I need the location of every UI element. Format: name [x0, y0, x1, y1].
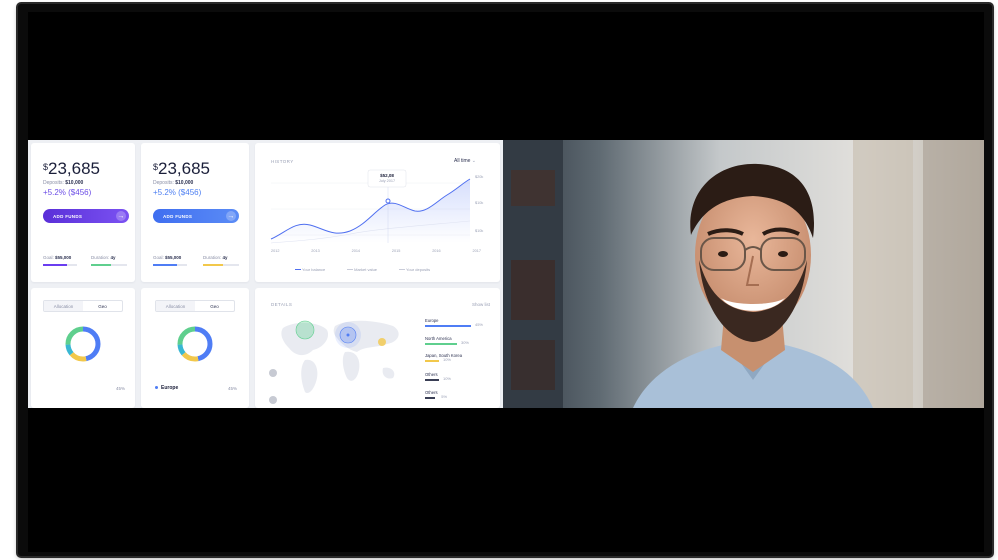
world-map: [269, 320, 399, 404]
allocation-geo-toggle[interactable]: Allocation Geo: [155, 300, 235, 312]
deposits: Deposits: $10,000: [43, 180, 84, 186]
allocation-percent: 45%: [115, 386, 125, 391]
legend-balance: Your balance: [295, 267, 325, 272]
add-funds-button[interactable]: ADD FUNDS →: [43, 209, 129, 223]
duration-stat: Duration: 4y: [91, 255, 116, 260]
region-others-2: Others 5%: [425, 390, 447, 399]
y-tick: $10k: [475, 229, 484, 233]
tooltip-value: $52,08: [380, 173, 394, 178]
deposits: Deposits: $10,000: [153, 180, 194, 186]
arrow-right-icon: →: [116, 211, 126, 221]
tab-allocation[interactable]: Allocation: [44, 301, 83, 311]
allocation-percent: 45%: [227, 386, 237, 391]
y-tick: $20k: [475, 175, 484, 179]
tab-geo[interactable]: Geo: [83, 301, 122, 311]
tab-geo[interactable]: Geo: [195, 301, 234, 311]
region-north-america: North America 30%: [425, 336, 469, 345]
show-list-link[interactable]: Show list: [472, 302, 490, 307]
split-view: $23,685 Deposits: $10,000 +5.2% ($456) A…: [28, 140, 984, 408]
region-others: Others 10%: [425, 372, 451, 381]
tab-allocation[interactable]: Allocation: [156, 301, 195, 311]
participant-video: [503, 140, 984, 408]
goal-progress: [43, 264, 77, 266]
x-axis: 2012 2013 2014 2015 2016 2017: [271, 249, 481, 253]
add-funds-button[interactable]: ADD FUNDS →: [153, 209, 239, 223]
balance-card-2: $23,685 Deposits: $10,000 +5.2% ($456) A…: [141, 143, 249, 282]
legend-deposits: Your deposits: [399, 267, 430, 272]
goal-stat: Goal: $55,000: [43, 255, 72, 260]
history-card: HISTORY All time ⌄ $52,08 July 2017 $20k…: [255, 143, 500, 282]
legend-market: Market value: [347, 267, 377, 272]
gain-text: +5.2% ($456): [43, 188, 92, 197]
region-japan: Japan, South Korea 10%: [425, 353, 463, 362]
balance-amount: $23,685: [153, 159, 211, 178]
history-chart: [270, 169, 471, 244]
allocation-donut: [65, 326, 101, 362]
region-europe: Europe 45%: [425, 318, 483, 327]
allocation-card-2: Allocation Geo Europe 45%: [141, 288, 249, 408]
amount-value: 23,685: [48, 159, 101, 178]
participant-photo: [503, 140, 984, 408]
allocation-donut: [177, 326, 213, 362]
balance-card: $23,685 Deposits: $10,000 +5.2% ($456) A…: [31, 143, 135, 282]
goal-stat: Goal: $55,000: [153, 255, 182, 260]
currency-symbol: $: [43, 162, 49, 172]
allocation-card: Allocation Geo 45%: [31, 288, 135, 408]
monitor-frame: $23,685 Deposits: $10,000 +5.2% ($456) A…: [18, 4, 992, 556]
duration-progress: [203, 264, 239, 266]
goal-progress: [153, 264, 187, 266]
allocation-geo-toggle[interactable]: Allocation Geo: [43, 300, 123, 312]
y-tick: $10k: [475, 201, 484, 205]
duration-progress: [91, 264, 127, 266]
balance-amount: $23,685: [43, 159, 100, 179]
screen: $23,685 Deposits: $10,000 +5.2% ($456) A…: [28, 12, 984, 552]
shared-dashboard: $23,685 Deposits: $10,000 +5.2% ($456) A…: [28, 140, 503, 408]
duration-stat: Duration: 4y: [203, 255, 228, 260]
gain-text: +5.2% ($456): [153, 188, 202, 197]
arrow-right-icon: →: [226, 211, 236, 221]
dot-icon: [155, 386, 158, 389]
details-card: DETAILS Show list Europe 45% North Ameri…: [255, 288, 500, 408]
region-label: Europe: [155, 385, 178, 391]
tooltip-date: July 2017: [378, 179, 396, 183]
details-title: DETAILS: [271, 302, 293, 307]
